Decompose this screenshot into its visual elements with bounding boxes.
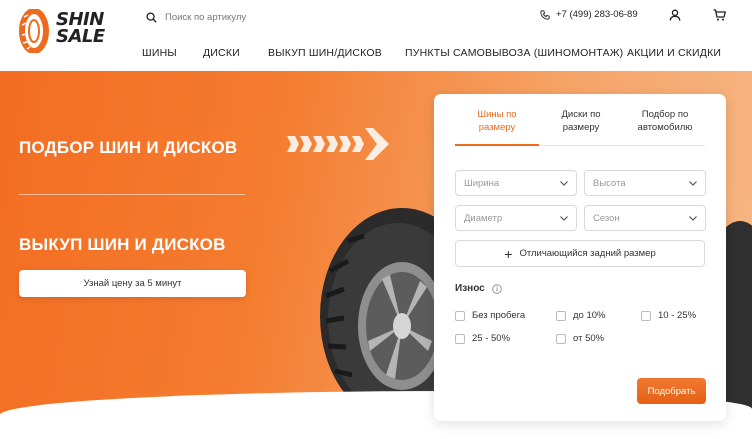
find-tires-button[interactable]: Подобрать — [637, 378, 706, 404]
search-input[interactable] — [165, 11, 465, 23]
hero-title-buyback: ВЫКУП ШИН И ДИСКОВ — [19, 235, 226, 254]
wear-option-label: 10 - 25% — [658, 310, 697, 321]
diameter-select-placeholder: Диаметр — [464, 212, 503, 224]
different-rear-size-label: Отличающийся задний размер — [519, 248, 656, 259]
diameter-select[interactable]: Диаметр — [455, 205, 577, 231]
checkbox[interactable] — [556, 310, 566, 321]
height-select-placeholder: Высота — [593, 177, 626, 189]
search-icon[interactable] — [146, 11, 157, 23]
checkbox[interactable] — [641, 310, 651, 321]
tab-label-line2: размеру — [478, 122, 516, 133]
tab-label-line2: автомобилю — [637, 122, 693, 133]
wear-label: Износ — [455, 283, 502, 294]
wear-option-label: до 10% — [573, 310, 606, 321]
nav-item-buyback[interactable]: ВЫКУП ШИН/ДИСКОВ — [268, 47, 382, 59]
hero-title-selection: ПОДБОР ШИН И ДИСКОВ — [19, 138, 238, 157]
tab-wheels-by-size[interactable]: Диски по размеру — [542, 108, 620, 134]
wear-option-label: 25 - 50% — [472, 333, 511, 344]
active-tab-indicator — [455, 144, 539, 146]
phone-icon — [540, 9, 550, 20]
width-select[interactable]: Ширина — [455, 170, 577, 196]
chevron-down-icon — [689, 180, 697, 186]
plus-icon: + — [504, 245, 513, 262]
main-nav: ШИНЫ ДИСКИ ВЫКУП ШИН/ДИСКОВ ПУНКТЫ САМОВ… — [0, 44, 752, 64]
wear-option-label: от 50% — [573, 333, 605, 344]
search-bar — [146, 8, 526, 26]
phone-number: +7 (499) 283-06-89 — [556, 9, 638, 20]
logo-wordmark: SHIN SALE — [56, 11, 105, 47]
height-select[interactable]: Высота — [584, 170, 706, 196]
tab-label-line1: Диски по — [561, 109, 601, 120]
cart-icon[interactable] — [713, 9, 726, 21]
tab-by-car[interactable]: Подбор по автомобилю — [624, 108, 706, 134]
different-rear-size-button[interactable]: + Отличающийся задний размер — [455, 240, 705, 267]
hero-divider — [19, 194, 245, 195]
wear-option-label: Без пробега — [472, 310, 526, 321]
checkbox[interactable] — [455, 310, 465, 321]
season-select-placeholder: Сезон — [593, 212, 620, 224]
tire-selection-panel: Шины по размеру Диски по размеру Подбор … — [434, 94, 726, 421]
wear-option-over-50[interactable]: от 50% — [556, 333, 604, 344]
wear-option-10-25[interactable]: 10 - 25% — [641, 310, 696, 321]
nav-item-tires[interactable]: ШИНЫ — [142, 47, 177, 59]
checkbox[interactable] — [556, 333, 566, 344]
logo-line-2: SALE — [56, 26, 105, 47]
phone-contact[interactable]: +7 (499) 283-06-89 — [540, 9, 638, 20]
get-price-button[interactable]: Узнай цену за 5 минут — [19, 270, 246, 297]
arrow-decoration-icon — [287, 128, 389, 160]
site-header: SHIN SALE +7 (499) 283-06-89 ШИНЫ ДИСКИ … — [0, 0, 752, 71]
wear-option-new[interactable]: Без пробега — [455, 310, 525, 321]
tab-tires-by-size[interactable]: Шины по размеру — [455, 108, 539, 134]
nav-item-wheels[interactable]: ДИСКИ — [203, 47, 240, 59]
wear-label-text: Износ — [455, 283, 485, 294]
nav-item-promotions[interactable]: АКЦИИ И СКИДКИ — [627, 47, 721, 59]
tab-label-line1: Подбор по — [641, 109, 689, 120]
checkbox[interactable] — [455, 333, 465, 344]
season-select[interactable]: Сезон — [584, 205, 706, 231]
chevron-down-icon — [689, 215, 697, 221]
tab-label-line1: Шины по — [477, 109, 517, 120]
nav-item-pickup-points[interactable]: ПУНКТЫ САМОВЫВОЗА (ШИНОМОНТАЖ) — [405, 47, 623, 59]
tab-label-line2: размеру — [562, 122, 600, 133]
wear-option-25-50[interactable]: 25 - 50% — [455, 333, 510, 344]
chevron-down-icon — [560, 180, 568, 186]
chevron-down-icon — [560, 215, 568, 221]
user-icon[interactable] — [669, 9, 681, 21]
width-select-placeholder: Ширина — [464, 177, 500, 189]
info-icon[interactable] — [491, 283, 502, 294]
wear-option-upto-10[interactable]: до 10% — [556, 310, 605, 321]
